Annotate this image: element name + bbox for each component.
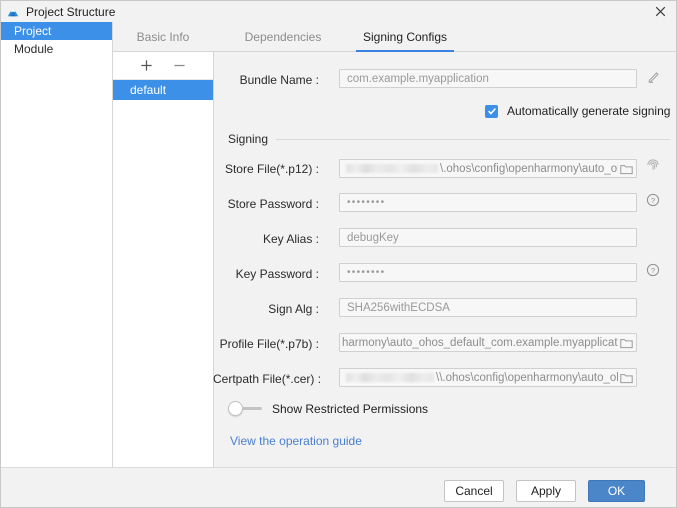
certpath-file-label: Certpath File(*.cer) : xyxy=(213,372,322,386)
auto-generate-signing-checkbox[interactable]: Automatically generate signing xyxy=(485,104,670,118)
store-file-label: Store File(*.p12) : xyxy=(224,162,319,176)
sign-alg-input[interactable]: SHA256withECDSA xyxy=(339,298,637,317)
redacted-path-prefix xyxy=(346,372,434,382)
store-password-input[interactable]: •••••••• xyxy=(339,193,637,212)
bundle-name-label: Bundle Name : xyxy=(239,73,319,87)
key-alias-value: debugKey xyxy=(347,231,399,244)
window-title: Project Structure xyxy=(26,4,116,19)
section-divider xyxy=(276,138,670,140)
store-file-path: \.ohos\config\openharmony\auto_ohos.p12 xyxy=(440,162,618,175)
profile-file-value: harmony\auto_ohos_default_com.example.my… xyxy=(342,336,618,349)
key-password-input[interactable]: •••••••• xyxy=(339,263,637,282)
certpath-file-path: \\.ohos\config\openharmony\auto_ohos.cer xyxy=(436,371,618,384)
list-item-label: default xyxy=(130,83,167,97)
apply-button[interactable]: Apply xyxy=(516,480,576,502)
dialog-footer: Cancel Apply OK xyxy=(1,467,676,507)
signing-section-title: Signing xyxy=(228,132,269,146)
signing-config-list-panel: default xyxy=(113,52,214,467)
store-file-value: \.ohos\config\openharmony\auto_ohos.p12 xyxy=(340,163,618,175)
tab-basic-info[interactable]: Basic Info xyxy=(119,22,207,52)
key-alias-label: Key Alias : xyxy=(262,232,319,246)
certpath-file-value: \\.ohos\config\openharmony\auto_ohos.cer xyxy=(340,372,618,384)
fingerprint-icon[interactable] xyxy=(646,158,660,172)
sign-alg-value: SHA256withECDSA xyxy=(347,301,450,314)
sidebar-item-project[interactable]: Project xyxy=(1,22,112,40)
tab-label: Dependencies xyxy=(244,30,322,44)
list-item[interactable]: default xyxy=(113,80,213,100)
checkbox-box xyxy=(485,104,498,118)
profile-file-input[interactable]: harmony\auto_ohos_default_com.example.my… xyxy=(339,333,637,352)
sign-alg-label: Sign Alg : xyxy=(268,302,319,316)
add-config-button[interactable] xyxy=(138,57,155,74)
title-bar: Project Structure xyxy=(1,1,676,23)
show-restricted-permissions-toggle[interactable]: Show Restricted Permissions xyxy=(228,401,428,416)
sidebar-item-module[interactable]: Module xyxy=(1,40,112,58)
store-password-value: •••••••• xyxy=(347,197,386,208)
close-icon[interactable] xyxy=(644,1,676,22)
svg-text:?: ? xyxy=(651,196,655,205)
list-toolbar xyxy=(113,52,213,80)
key-alias-input[interactable]: debugKey xyxy=(339,228,637,247)
tab-dependencies[interactable]: Dependencies xyxy=(229,22,337,52)
folder-icon[interactable] xyxy=(618,334,634,351)
store-file-input[interactable]: \.ohos\config\openharmony\auto_ohos.p12 xyxy=(339,159,637,178)
ok-button[interactable]: OK xyxy=(588,480,645,502)
profile-file-label: Profile File(*.p7b) : xyxy=(219,337,319,351)
remove-config-button[interactable] xyxy=(171,57,188,74)
cancel-button[interactable]: Cancel xyxy=(444,480,504,502)
project-structure-icon xyxy=(6,5,20,19)
tab-bar: Basic Info Dependencies Signing Configs xyxy=(113,22,676,52)
folder-icon[interactable] xyxy=(618,369,634,386)
store-password-label: Store Password : xyxy=(227,197,319,211)
sidebar-item-label: Module xyxy=(14,42,54,56)
bundle-name-value: com.example.myapplication xyxy=(347,72,489,85)
toggle-switch[interactable] xyxy=(228,401,262,416)
signing-configs-form: Bundle Name : com.example.myapplication … xyxy=(213,52,676,467)
project-structure-dialog: Project Structure Project Module Basic I… xyxy=(0,0,677,508)
view-operation-guide-link[interactable]: View the operation guide xyxy=(230,434,362,448)
tab-label: Signing Configs xyxy=(362,30,448,44)
bundle-name-input[interactable]: com.example.myapplication xyxy=(339,69,637,88)
sidebar-item-label: Project xyxy=(14,24,52,38)
redacted-path-prefix xyxy=(346,163,438,173)
key-password-value: •••••••• xyxy=(347,267,386,278)
show-restricted-permissions-label: Show Restricted Permissions xyxy=(272,401,429,416)
svg-text:?: ? xyxy=(651,266,655,275)
key-password-label: Key Password : xyxy=(235,267,319,281)
help-icon[interactable]: ? xyxy=(646,263,660,277)
folder-icon[interactable] xyxy=(618,160,634,177)
pencil-icon[interactable] xyxy=(647,70,661,84)
help-icon[interactable]: ? xyxy=(646,193,660,207)
certpath-file-input[interactable]: \\.ohos\config\openharmony\auto_ohos.cer xyxy=(339,368,637,387)
sidebar: Project Module xyxy=(1,22,113,467)
auto-generate-signing-label: Automatically generate signing xyxy=(507,104,671,118)
toggle-knob xyxy=(228,401,243,416)
tab-signing-configs[interactable]: Signing Configs xyxy=(356,22,454,52)
signing-section-header: Signing xyxy=(228,132,670,146)
tab-label: Basic Info xyxy=(136,30,190,44)
